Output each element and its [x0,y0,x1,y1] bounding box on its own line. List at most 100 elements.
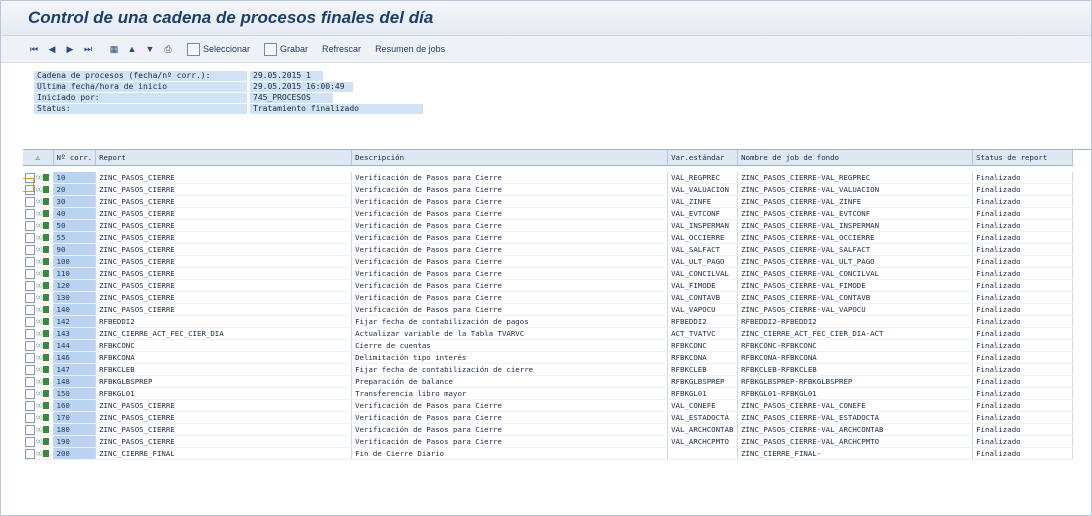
nr-cell[interactable]: 90 [53,243,97,256]
table-row[interactable]: ○○ 55 ZINC_PASOS_CIERRE Verificación de Pas… [23,231,1074,244]
table-row[interactable]: ○○ 170 ZINC_PASOS_CIERRE Verificación de Pa… [23,411,1074,424]
variant-cell[interactable]: RFBKCONA [667,351,739,364]
nr-cell[interactable]: 170 [53,411,97,424]
row-select-checkbox[interactable] [25,244,35,255]
nr-cell[interactable]: 55 [53,231,97,244]
desc-cell[interactable]: Verificación de Pasos para Cierre [351,231,669,244]
row-status-cell[interactable]: ○○ [23,399,54,412]
status-cell[interactable]: Finalizado [972,435,1074,448]
report-cell[interactable]: RFBKGLBSPREP [95,375,353,388]
desc-cell[interactable]: Verificación de Pasos para Cierre [351,303,669,316]
status-cell[interactable]: Finalizado [972,399,1074,412]
job-name-cell[interactable]: ZINC_PASOS_CIERRE-VAL_ULT_PAGO [737,255,974,268]
nr-cell[interactable]: 180 [53,423,97,436]
table-row[interactable]: ○○ 120 ZINC_PASOS_CIERRE Verificación de Pa… [23,279,1074,292]
row-select-checkbox[interactable] [25,280,35,291]
job-name-cell[interactable]: ZINC_PASOS_CIERRE-VAL_VALUACION [737,183,974,196]
nr-cell[interactable]: 150 [53,387,97,400]
table-row[interactable]: ○○ 142 RFBEDDI2 Fijar fecha de contabilizac… [23,315,1074,328]
report-cell[interactable]: ZINC_PASOS_CIERRE [95,231,353,244]
desc-cell[interactable]: Verificación de Pasos para Cierre [351,207,669,220]
row-status-cell[interactable]: ○○ [23,423,54,436]
row-select-checkbox[interactable] [25,256,35,267]
job-name-cell[interactable]: RFBKCLEB-RFBKCLEB [737,363,974,376]
variant-cell[interactable]: VAL_ESTADOCTA [667,411,739,424]
job-name-cell[interactable]: ZINC_PASOS_CIERRE-VAL_OCCIERRE [737,231,974,244]
table-row[interactable]: ○○ 146 RFBKCONA Delimitación tipo interés RF… [23,351,1074,364]
desc-cell[interactable]: Verificación de Pasos para Cierre [351,195,669,208]
status-cell[interactable]: Finalizado [972,195,1074,208]
table-row[interactable]: ○○ 200 ZINC_CIERRE_FINAL Fin de Cierre Diar… [23,447,1074,460]
report-cell[interactable]: RFBKCONA [95,351,353,364]
report-cell[interactable]: ZINC_PASOS_CIERRE [95,183,353,196]
status-cell[interactable]: Finalizado [972,339,1074,352]
row-select-checkbox[interactable] [25,304,35,315]
row-select-checkbox[interactable] [25,292,35,303]
variant-cell[interactable]: VAL_VALUACION [667,183,739,196]
report-cell[interactable]: ZINC_PASOS_CIERRE [95,423,353,436]
nr-cell[interactable]: 142 [53,315,97,328]
row-select-checkbox[interactable] [25,196,35,207]
status-cell[interactable]: Finalizado [972,207,1074,220]
table-row[interactable]: ○○ 180 ZINC_PASOS_CIERRE Verificación de Pa… [23,423,1074,436]
variant-cell[interactable]: VAL_REGPREC [667,172,739,184]
filter-icon[interactable]: ▼ [143,42,157,56]
variant-cell[interactable]: RFBKCLEB [667,363,739,376]
next-page-icon[interactable]: ▶ [63,42,77,56]
report-cell[interactable]: ZINC_PASOS_CIERRE [95,279,353,292]
row-select-checkbox[interactable] [25,352,35,363]
report-cell[interactable]: ZINC_PASOS_CIERRE [95,303,353,316]
variant-cell[interactable]: VAL_OCCIERRE [667,231,739,244]
job-name-cell[interactable]: RFBKCONC-RFBKCONC [737,339,974,352]
variant-cell[interactable]: RFBKCONC [667,339,739,352]
variant-cell[interactable]: VAL_FIMODE [667,279,739,292]
job-name-cell[interactable]: ZINC_PASOS_CIERRE-VAL_ESTADOCTA [737,411,974,424]
status-cell[interactable]: Finalizado [972,411,1074,424]
variant-cell[interactable]: VAL_VAPOCU [667,303,739,316]
report-cell[interactable]: RFBKCONC [95,339,353,352]
report-cell[interactable]: ZINC_PASOS_CIERRE [95,255,353,268]
row-select-checkbox[interactable] [25,232,35,243]
desc-cell[interactable]: Verificación de Pasos para Cierre [351,423,669,436]
variant-cell[interactable]: RFBEDDI2 [667,315,739,328]
job-name-cell[interactable]: ZINC_PASOS_CIERRE-VAL_REGPREC [737,172,974,184]
status-cell[interactable]: Finalizado [972,327,1074,340]
col-desc[interactable]: Descripción [351,150,669,166]
row-select-checkbox[interactable] [25,412,35,423]
table-row[interactable]: ○○ 148 RFBKGLBSPREP Preparación de balance R… [23,375,1074,388]
job-name-cell[interactable]: ZINC_PASOS_CIERRE-VAL_ARCHCONTAB [737,423,974,436]
status-cell[interactable]: Finalizado [972,219,1074,232]
table-row[interactable]: ○○ 150 RFBKGL01 Transferencia libro mayor RF… [23,387,1074,400]
row-status-cell[interactable]: ○○ [23,447,54,460]
variant-cell[interactable]: RFBKGL01 [667,387,739,400]
grabar-button[interactable]: Grabar [264,42,308,56]
nr-cell[interactable]: 10 [53,172,97,184]
row-status-cell[interactable]: ○○ [23,291,54,304]
variant-cell[interactable]: VAL_INSPERMAN [667,219,739,232]
nr-cell[interactable]: 30 [53,195,97,208]
desc-cell[interactable]: Delimitación tipo interés [351,351,669,364]
row-select-checkbox[interactable] [25,400,35,411]
job-name-cell[interactable]: ZINC_PASOS_CIERRE-VAL_CONEFE [737,399,974,412]
nr-cell[interactable]: 146 [53,351,97,364]
row-status-cell[interactable]: ○○ [23,351,54,364]
table-row[interactable]: ○○ 40 ZINC_PASOS_CIERRE Verificación de Pas… [23,207,1074,220]
nr-cell[interactable]: 147 [53,363,97,376]
variant-cell[interactable]: VAL_CONCILVAL [667,267,739,280]
job-name-cell[interactable]: ZINC_PASOS_CIERRE-VAL_CONCILVAL [737,267,974,280]
desc-cell[interactable]: Verificación de Pasos para Cierre [351,219,669,232]
variant-cell[interactable]: VAL_ARCHCPMTO [667,435,739,448]
table-row[interactable]: ○○ 50 ZINC_PASOS_CIERRE Verificación de Pas… [23,219,1074,232]
row-status-cell[interactable]: ○○ [23,255,54,268]
row-status-cell[interactable]: ○○ [23,411,54,424]
desc-cell[interactable]: Verificación de Pasos para Cierre [351,399,669,412]
report-cell[interactable]: ZINC_PASOS_CIERRE [95,435,353,448]
job-name-cell[interactable]: ZINC_CIERRE_ACT_FEC_CIER_DIA-ACT [737,327,974,340]
table-row[interactable]: ○○ 143 ZINC_CIERRE_ACT_FEC_CIER_DIA Actuali… [23,327,1074,340]
status-cell[interactable]: Finalizado [972,172,1074,184]
report-cell[interactable]: ZINC_PASOS_CIERRE [95,195,353,208]
job-name-cell[interactable]: ZINC_PASOS_CIERRE-VAL_FIMODE [737,279,974,292]
nr-cell[interactable]: 40 [53,207,97,220]
variant-cell[interactable] [667,447,739,460]
col-status[interactable]: Status de report [972,150,1074,166]
